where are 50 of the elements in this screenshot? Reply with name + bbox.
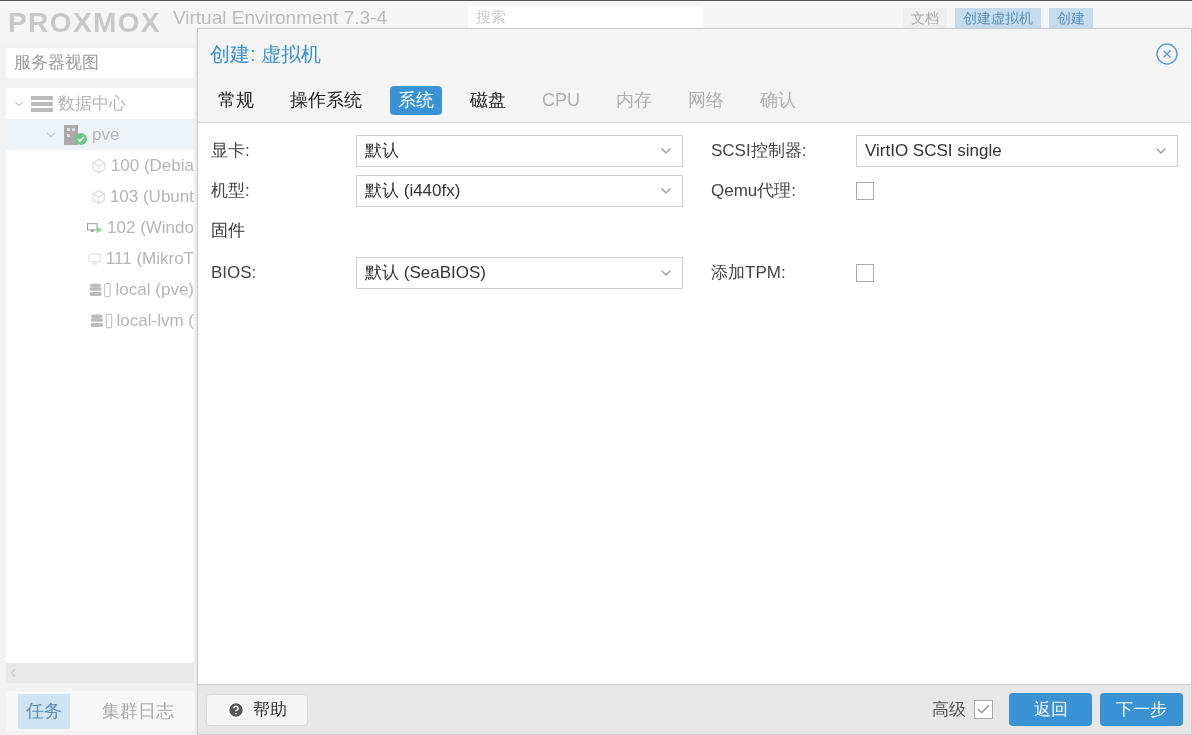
tree-item-label: 102 (Windo — [107, 216, 194, 239]
field-label: 显卡: — [211, 140, 251, 163]
field-label: 添加TPM: — [711, 262, 787, 285]
close-icon[interactable] — [1155, 42, 1179, 66]
tree-item[interactable]: 100 (Debia — [6, 150, 194, 181]
checkbox[interactable] — [856, 182, 874, 200]
tree-item-label: local-lvm ( — [116, 309, 194, 332]
header-button[interactable]: 创建 — [1049, 8, 1093, 28]
help-icon — [227, 700, 245, 719]
tree-item-label: local (pve) — [115, 278, 194, 301]
tree-item[interactable]: 111 (MikroT — [6, 243, 194, 274]
nav-button[interactable]: 返回 — [1009, 693, 1092, 726]
checkbox[interactable] — [856, 264, 874, 282]
field-label: Qemu代理: — [711, 180, 798, 203]
advanced-label: 高级 — [932, 698, 966, 721]
tree-item-label: pve — [92, 123, 120, 146]
field-label: BIOS: — [211, 262, 258, 285]
header-button[interactable]: 文档 — [903, 8, 947, 28]
tree-item[interactable]: local-lvm ( — [6, 305, 194, 336]
tree-item-label: 103 (Ubunt — [109, 185, 194, 208]
tree-item[interactable]: local (pve) — [6, 274, 194, 305]
tree-item[interactable]: pve — [6, 119, 194, 150]
wizard-tab[interactable]: 操作系统 — [282, 86, 370, 115]
tree-item[interactable]: 数据中心 — [6, 88, 194, 119]
header-button[interactable]: 创建虚拟机 — [955, 8, 1041, 28]
dropdown-field[interactable]: 默认 (i440fx) — [356, 175, 683, 207]
wizard-tab[interactable]: 常规 — [210, 86, 262, 115]
field-label: 机型: — [211, 180, 251, 203]
server-rack-icon — [30, 94, 54, 113]
tree-item-label: 111 (MikroT — [105, 247, 194, 270]
wizard-tab[interactable]: 系统 — [390, 86, 442, 115]
log-tab[interactable]: 集群日志 — [94, 693, 182, 729]
section-heading: 固件 — [211, 220, 245, 243]
dropdown-field[interactable]: VirtIO SCSI single — [856, 135, 1178, 167]
dropdown-field[interactable]: 默认 — [356, 135, 683, 167]
advanced-checkbox[interactable] — [974, 700, 993, 719]
help-button[interactable]: 帮助 — [206, 693, 308, 726]
wizard-tab[interactable]: 磁盘 — [462, 86, 514, 115]
dialog-title: 创建: 虚拟机 — [210, 42, 322, 67]
tree-item-label: 100 (Debia — [110, 154, 194, 177]
dropdown-field[interactable]: 默认 (SeaBIOS) — [356, 257, 683, 289]
version-text: Virtual Environment 7.3-4 — [172, 6, 387, 31]
tree-item[interactable]: 103 (Ubunt — [6, 181, 194, 212]
field-label: SCSI控制器: — [711, 140, 808, 163]
view-selector[interactable]: 服务器视图 — [6, 48, 194, 78]
nav-button[interactable]: 下一步 — [1100, 693, 1183, 726]
tree-item-label: 数据中心 — [58, 92, 126, 115]
tree-item[interactable]: 102 (Windo — [6, 212, 194, 243]
log-tab[interactable]: 任务 — [18, 693, 70, 729]
building-check-icon — [62, 123, 88, 146]
